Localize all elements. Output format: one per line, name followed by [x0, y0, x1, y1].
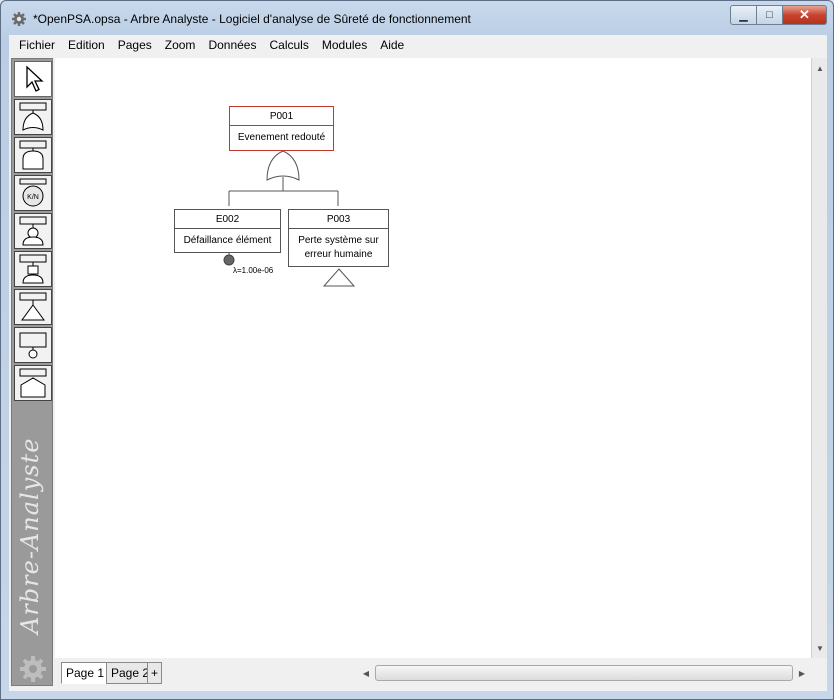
- conditioning-event-tool[interactable]: [14, 365, 52, 401]
- transfer-node[interactable]: P003 Perte système sur erreur humaine: [288, 209, 389, 267]
- node-description: Perte système sur erreur humaine: [289, 229, 388, 266]
- and-gate-icon: [19, 140, 47, 170]
- kn-label: K/N: [27, 194, 39, 201]
- scroll-thumb[interactable]: [375, 665, 793, 681]
- menu-modules[interactable]: Modules: [322, 38, 367, 52]
- or-gate-symbol: [266, 150, 300, 181]
- node-description-line: Perte système sur: [298, 234, 379, 246]
- menu-donnees[interactable]: Données: [208, 38, 256, 52]
- node-description: Défaillance élément: [183, 234, 272, 246]
- diagram-canvas[interactable]: P001 Evenement redouté E002 Défaillance …: [55, 58, 811, 658]
- menu-pages[interactable]: Pages: [118, 38, 152, 52]
- scroll-up-arrow-icon[interactable]: ▲: [812, 60, 828, 76]
- node-id: E002: [175, 210, 280, 229]
- title-bar: *OpenPSA.opsa - Arbre Analyste - Logicie…: [1, 1, 833, 35]
- vertical-scrollbar[interactable]: ▲ ▼: [811, 58, 827, 658]
- house-event-tool[interactable]: [14, 251, 52, 287]
- gear-icon: [20, 656, 46, 682]
- house-event-icon: [19, 254, 47, 284]
- undeveloped-event-tool[interactable]: [14, 327, 52, 363]
- and-gate-tool[interactable]: [14, 137, 52, 173]
- menu-aide[interactable]: Aide: [380, 38, 404, 52]
- client-area: K/N Arbre-Analyste P001 Evenement redout…: [9, 55, 827, 691]
- transfer-triangle-icon: [19, 292, 47, 321]
- menu-fichier[interactable]: Fichier: [19, 38, 55, 52]
- transfer-gate-tool[interactable]: [14, 289, 52, 325]
- or-gate-icon: [19, 102, 47, 131]
- gear-icon: [12, 12, 26, 26]
- select-pointer-tool[interactable]: [14, 61, 52, 97]
- k-out-of-n-gate-tool[interactable]: K/N: [14, 175, 52, 211]
- basic-event-circle: [223, 254, 235, 266]
- failure-rate-label: λ=1.00e-06: [233, 266, 274, 275]
- window-controls: ▁ □ ✕: [730, 5, 827, 25]
- node-id: P001: [230, 107, 333, 126]
- basic-event-tool[interactable]: [14, 213, 52, 249]
- page-tabs-bar: Page 1 Page 2 + ◀ ▶: [55, 660, 827, 688]
- menu-bar: Fichier Edition Pages Zoom Données Calcu…: [9, 35, 827, 55]
- node-description-line: erreur humaine: [304, 248, 373, 260]
- menu-edition[interactable]: Edition: [68, 38, 105, 52]
- menu-zoom[interactable]: Zoom: [165, 38, 196, 52]
- top-event-node[interactable]: P001 Evenement redouté: [229, 106, 334, 151]
- maximize-button[interactable]: □: [757, 5, 783, 25]
- palette-watermark-logo: Arbre-Analyste: [16, 437, 44, 635]
- basic-event-icon: [19, 216, 47, 246]
- horizontal-scrollbar[interactable]: ◀ ▶: [357, 664, 807, 682]
- close-button[interactable]: ✕: [783, 5, 827, 25]
- window-title: *OpenPSA.opsa - Arbre Analyste - Logicie…: [33, 12, 471, 26]
- app-window: *OpenPSA.opsa - Arbre Analyste - Logicie…: [0, 0, 834, 700]
- tool-palette: K/N Arbre-Analyste: [11, 58, 53, 686]
- or-gate-tool[interactable]: [14, 99, 52, 135]
- scroll-left-arrow-icon[interactable]: ◀: [359, 666, 373, 680]
- conditioning-event-icon: [19, 368, 47, 398]
- fault-tree-connectors: [223, 148, 356, 287]
- undeveloped-event-icon: [19, 332, 47, 359]
- node-description: Evenement redouté: [237, 132, 326, 143]
- tab-page-1[interactable]: Page 1: [61, 662, 110, 684]
- transfer-triangle-symbol: [322, 268, 356, 287]
- menu-calculs[interactable]: Calculs: [269, 38, 308, 52]
- node-id: P003: [289, 210, 388, 229]
- scroll-right-arrow-icon[interactable]: ▶: [795, 666, 809, 680]
- k-out-of-n-gate-icon: K/N: [19, 178, 47, 207]
- minimize-button[interactable]: ▁: [730, 5, 757, 25]
- scroll-down-arrow-icon[interactable]: ▼: [812, 640, 828, 656]
- pointer-arrow-icon: [26, 65, 44, 92]
- add-page-tab[interactable]: +: [147, 662, 163, 684]
- basic-event-node[interactable]: E002 Défaillance élément: [174, 209, 281, 253]
